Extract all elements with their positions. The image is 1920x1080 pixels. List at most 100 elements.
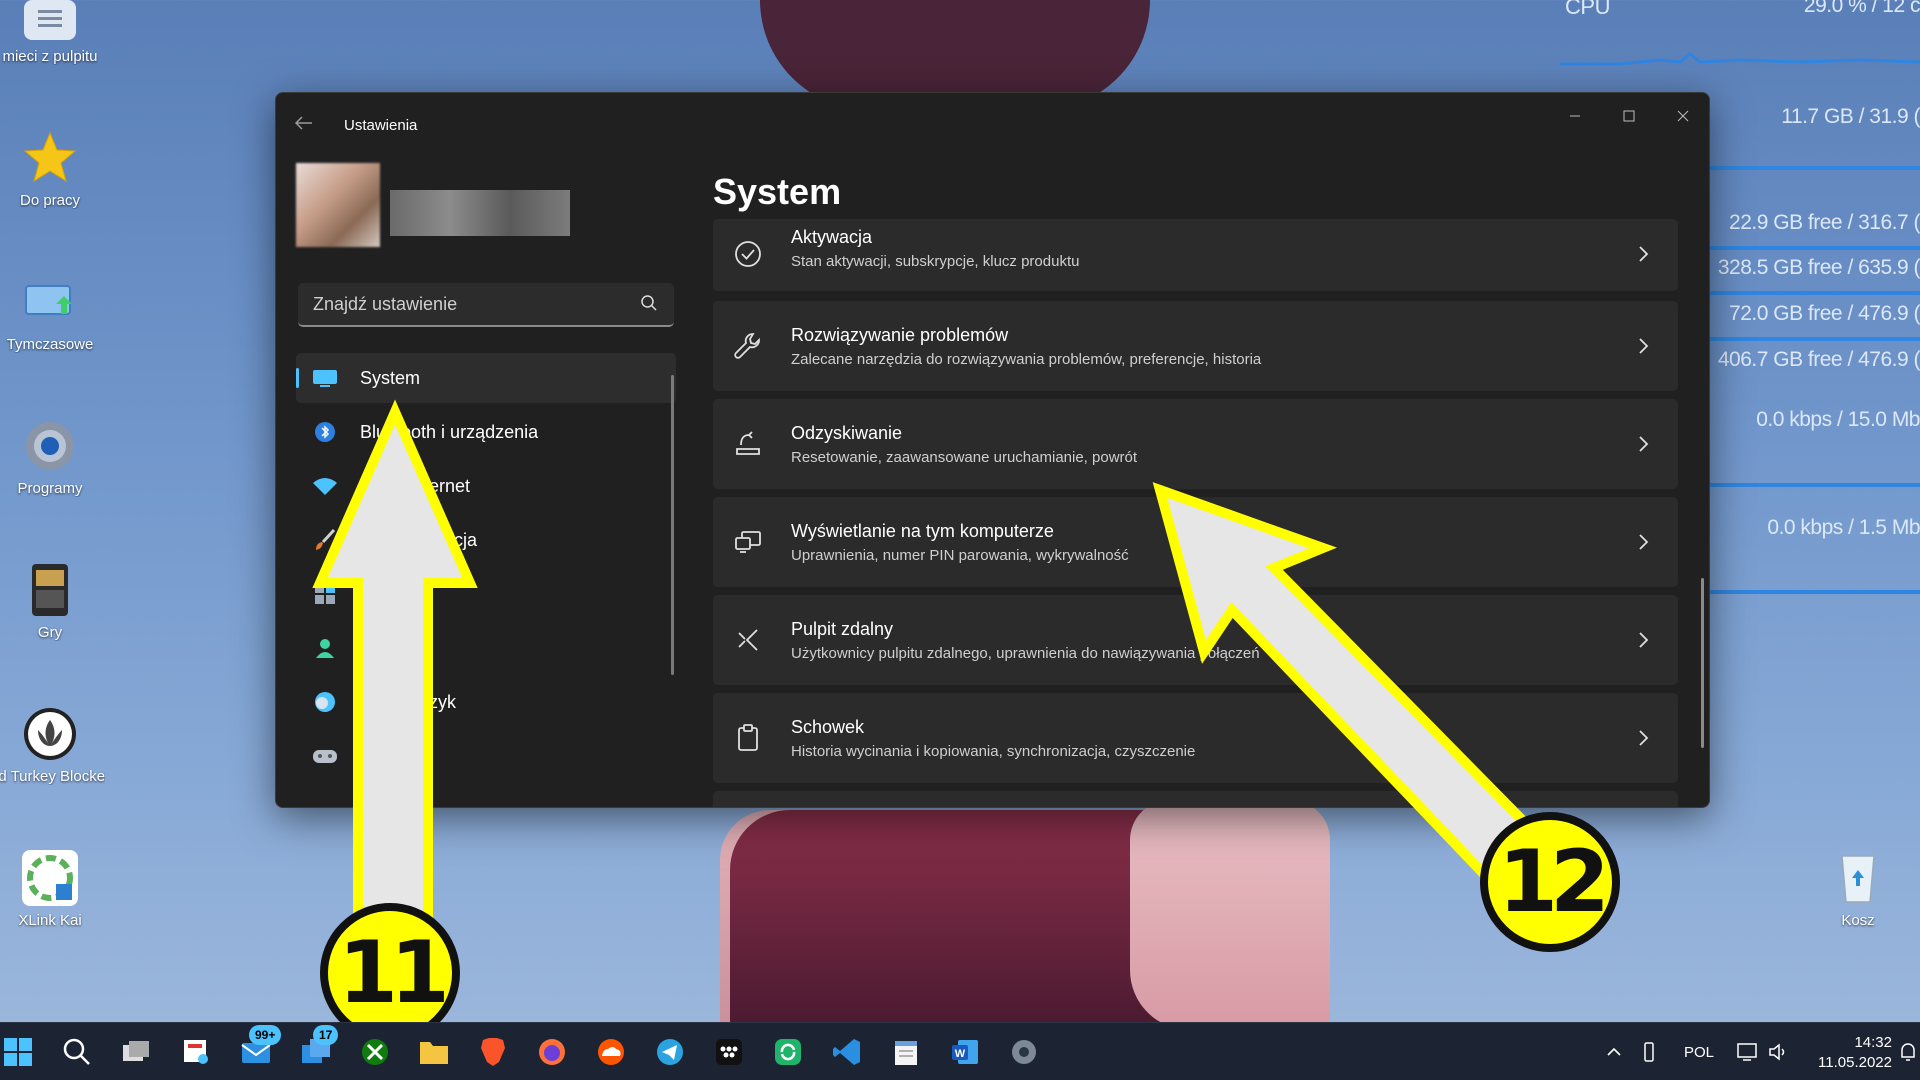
search-input[interactable]: [298, 283, 628, 325]
disk-3-bar: [1710, 337, 1920, 341]
minimize-button[interactable]: [1553, 103, 1597, 133]
desktop-icon-recycle-bin[interactable]: Kosz: [1803, 850, 1913, 929]
volume-tray-icon[interactable]: [1768, 1023, 1790, 1080]
monitor-icon: [310, 366, 340, 390]
nav-item-gaming[interactable]: Granie: [296, 731, 676, 781]
back-button[interactable]: [294, 115, 314, 136]
card-recovery[interactable]: Odzyskiwanie Resetowanie, zaawansowane u…: [713, 399, 1678, 489]
desktop-icon-programy[interactable]: Programy: [0, 418, 105, 497]
nav-item-apps[interactable]: Aplikacje: [296, 569, 676, 619]
avatar[interactable]: [296, 163, 380, 247]
tray-overflow-button[interactable]: [1606, 1023, 1622, 1080]
telegram-icon: [657, 1039, 683, 1065]
lotus-icon: [22, 706, 78, 762]
ram-value: 11.7 GB / 31.9 (: [1781, 105, 1920, 128]
network-icon: [1737, 1043, 1757, 1061]
maximize-button[interactable]: [1607, 103, 1651, 133]
card-title: Schowek: [791, 717, 865, 737]
network-2-bar: [1710, 590, 1920, 594]
card-activation[interactable]: Aktywacja Stan aktywacji, subskrypcje, k…: [713, 219, 1678, 291]
network-tray-icon[interactable]: [1736, 1023, 1760, 1080]
folder-sync-icon: [22, 274, 78, 330]
search-taskbar-button[interactable]: [59, 1034, 95, 1070]
chevron-right-icon: [1639, 730, 1649, 746]
nav-item-personalization[interactable]: Personalizacja: [296, 515, 676, 565]
settings-taskbar-button[interactable]: [1006, 1034, 1042, 1070]
clock[interactable]: 14:32 11.05.2022: [1818, 1033, 1892, 1073]
network-1-bar: [1710, 483, 1920, 487]
wrench-icon: [734, 333, 760, 359]
card-title: Aktywacja: [791, 227, 873, 247]
account-icon: [310, 636, 340, 660]
card-remote-desktop[interactable]: Pulpit zdalny Użytkownicy pulpitu zdalne…: [713, 595, 1678, 685]
step-badge-12: 12: [1480, 812, 1620, 952]
snipping-tool-button[interactable]: [178, 1034, 214, 1070]
cpu-value: 29.0 % / 12 c: [1803, 0, 1920, 17]
word-button[interactable]: W: [947, 1034, 983, 1070]
nav-item-network[interactable]: Sieć i Internet: [296, 461, 676, 511]
bluetooth-icon: [310, 420, 340, 444]
brave-button[interactable]: [475, 1034, 511, 1070]
language-indicator[interactable]: POL: [1684, 1023, 1714, 1080]
sync-app-button[interactable]: [770, 1034, 806, 1070]
file-explorer-button[interactable]: [416, 1034, 452, 1070]
desktop-icon-gry[interactable]: Gry: [0, 562, 105, 641]
windows-icon: [4, 1038, 32, 1066]
firefox-button[interactable]: [534, 1034, 570, 1070]
folder-icon: [420, 1042, 448, 1064]
sync-icon: [775, 1039, 801, 1065]
cpu-label: CPU: [1565, 0, 1610, 19]
search-icon[interactable]: [640, 294, 658, 312]
desktop-icon-xlink-kai[interactable]: XLink Kai: [0, 850, 105, 929]
card-project-to-pc[interactable]: Wyświetlanie na tym komputerze Uprawnien…: [713, 497, 1678, 587]
notification-bell-icon: [1901, 1043, 1915, 1061]
brush-icon: [310, 528, 340, 552]
close-icon: [1677, 110, 1689, 122]
desktop-icon-turkey-blocker[interactable]: ld Turkey Blocker: [0, 706, 105, 785]
nav-scrollbar[interactable]: [671, 375, 674, 675]
recycle-bin-icon: [1830, 850, 1886, 906]
nav-item-accounts[interactable]: Konta: [296, 623, 676, 673]
nav-item-system[interactable]: System: [296, 353, 676, 403]
close-button[interactable]: [1661, 103, 1705, 133]
notepad-icon: [895, 1041, 917, 1065]
xbox-button[interactable]: [357, 1034, 393, 1070]
nav-item-label: Konta: [360, 637, 408, 658]
soundcloud-icon: [598, 1039, 624, 1065]
vscode-button[interactable]: [829, 1034, 865, 1070]
usb-tray-icon[interactable]: [1642, 1023, 1656, 1080]
desktop-icon-do-pracy[interactable]: Do pracy: [0, 130, 105, 209]
chevron-right-icon: [1639, 246, 1649, 262]
nav-item-bluetooth[interactable]: Bluetooth i urządzenia: [296, 407, 676, 457]
start-button[interactable]: [0, 1034, 36, 1070]
title-bar: [276, 93, 1709, 127]
chevron-right-icon: [1639, 534, 1649, 550]
desktop-icon-tymczasowe[interactable]: Tymczasowe: [0, 274, 105, 353]
chevron-right-icon: [1639, 436, 1649, 452]
notifications-button[interactable]: [1898, 1023, 1918, 1080]
window-title: Ustawienia: [344, 117, 418, 134]
speaker-icon: [1769, 1043, 1785, 1061]
desktop-icon-label: Tymczasowe: [6, 336, 94, 353]
disk-2-value: 328.5 GB free / 635.9 (: [1717, 256, 1920, 279]
clock-date: 11.05.2022: [1818, 1054, 1892, 1071]
card-subtitle: Uprawnienia, numer PIN parowania, wykryw…: [791, 547, 1129, 564]
desktop-icon-notes[interactable]: mieci z pulpitu: [0, 0, 105, 65]
card-clipboard[interactable]: Schowek Historia wycinania i kopiowania,…: [713, 693, 1678, 783]
card-troubleshoot[interactable]: Rozwiązywanie problemów Zalecane narzędz…: [713, 301, 1678, 391]
nav-item-label: Czas i język: [360, 691, 457, 712]
app-dots-button[interactable]: [711, 1034, 747, 1070]
snipping-icon: [184, 1040, 208, 1064]
telegram-button[interactable]: [652, 1034, 688, 1070]
nav-item-time-language[interactable]: Czas i język: [296, 677, 676, 727]
mail-badge: 99+: [249, 1025, 282, 1045]
desktop-icon-label: Kosz: [1841, 912, 1875, 929]
card-next-partial[interactable]: [713, 791, 1678, 807]
nav-item-label: Granie: [360, 745, 415, 766]
soundcloud-button[interactable]: [593, 1034, 629, 1070]
task-view-button[interactable]: [118, 1034, 154, 1070]
notepad-button[interactable]: [888, 1034, 924, 1070]
taskbar: 99+ 17 W POL 14:32 11.05.2022: [0, 1022, 1920, 1080]
main-scrollbar[interactable]: [1701, 578, 1704, 748]
search-box[interactable]: [298, 283, 674, 327]
